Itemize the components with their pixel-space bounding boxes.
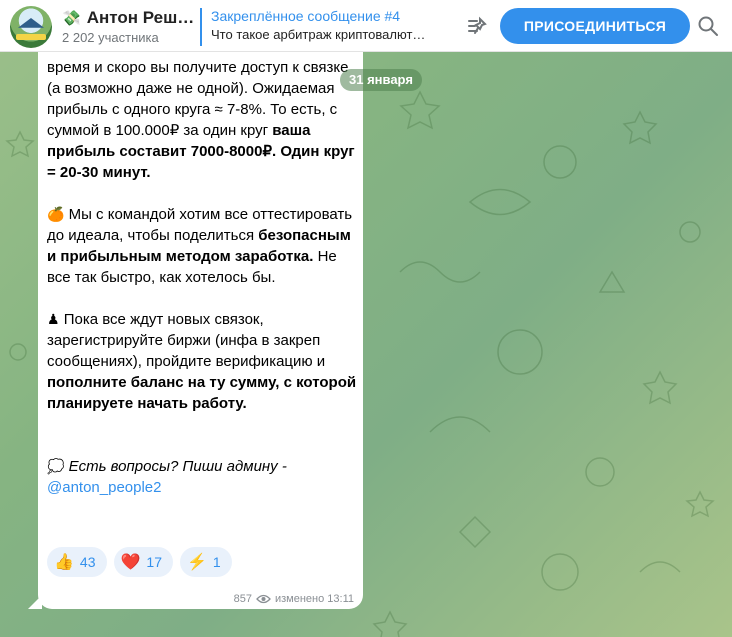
- reaction-thumbs-up[interactable]: 👍 43: [47, 547, 107, 577]
- chess-pawn-icon: ♟: [47, 311, 60, 327]
- date-chip: 31 января: [340, 69, 422, 91]
- edited-time: изменено 13:11: [274, 593, 354, 605]
- thought-bubble-icon: 💭: [47, 458, 65, 474]
- members-count: 2 202 участника: [62, 30, 159, 45]
- pinned-list-icon[interactable]: [466, 15, 488, 37]
- thumbs-up-icon: 👍: [54, 554, 74, 571]
- message-text: время и скоро вы получите доступ к связк…: [47, 57, 357, 519]
- join-button[interactable]: ПРИСОЕДИНИТЬСЯ: [500, 8, 690, 44]
- pinned-message[interactable]: Закреплённое сообщение #4 Что такое арби…: [200, 8, 450, 46]
- eye-icon: [256, 594, 271, 604]
- reaction-lightning[interactable]: ⚡ 1: [180, 547, 232, 577]
- message-part: Пока все ждут новых связок, зарегистриру…: [47, 311, 326, 370]
- reactions: 👍 43 ❤️ 17 ⚡ 1: [47, 547, 232, 577]
- reaction-count: 1: [212, 554, 221, 570]
- avatar[interactable]: [10, 6, 52, 48]
- message-italic: Есть вопросы? Пиши админу -: [68, 458, 287, 475]
- admin-link[interactable]: @anton_people2: [47, 479, 162, 496]
- pinned-text: Что такое арбитраж криптовалют…: [211, 27, 426, 42]
- message-bold: пополните баланс на ту сумму, с которой …: [47, 374, 357, 412]
- reaction-count: 17: [146, 554, 162, 570]
- search-icon[interactable]: [697, 15, 719, 37]
- money-icon: 💸: [62, 10, 81, 27]
- chat-title-text: Антон Реш…: [86, 8, 195, 27]
- message-bubble[interactable]: время и скоро вы получите доступ к связк…: [38, 52, 363, 609]
- pinned-title: Закреплённое сообщение #4: [211, 8, 401, 24]
- views-count: 857: [233, 593, 252, 605]
- heart-icon: ❤️: [120, 554, 141, 571]
- reaction-count: 43: [79, 554, 96, 570]
- chat-title[interactable]: 💸 Антон Реш…: [62, 8, 194, 28]
- orange-emoji-icon: 🍊: [47, 206, 65, 222]
- lightning-icon: ⚡: [187, 554, 207, 571]
- reaction-heart[interactable]: ❤️ 17: [113, 547, 173, 577]
- chat-header: 💸 Антон Реш… 2 202 участника Закреплённо…: [0, 0, 732, 52]
- message-meta: 857 изменено 13:11: [234, 593, 354, 605]
